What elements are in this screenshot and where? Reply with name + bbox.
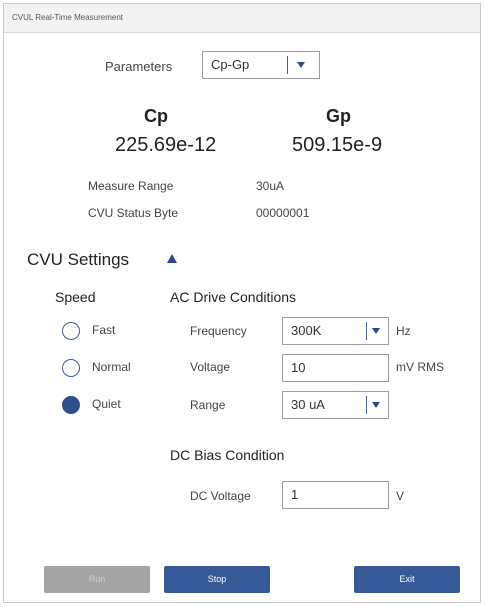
dc-bias-title: DC Bias Condition — [170, 447, 285, 463]
speed-fast-radio[interactable] — [62, 322, 80, 340]
voltage-input[interactable]: 10 — [282, 354, 389, 382]
dc-voltage-label: DC Voltage — [190, 489, 251, 503]
measurement-window: CVUL Real-Time Measurement Parameters Cp… — [3, 3, 481, 603]
measure-range-label: Measure Range — [88, 179, 174, 193]
voltage-unit: mV RMS — [396, 360, 444, 374]
secondary-parameter-name: Gp — [326, 106, 351, 126]
speed-normal-radio[interactable] — [62, 359, 80, 377]
range-dropdown[interactable]: 30 uA — [282, 391, 389, 419]
parameters-selected: Cp-Gp — [211, 57, 250, 72]
measure-range-value: 30uA — [256, 179, 285, 193]
speed-title: Speed — [55, 289, 96, 305]
frequency-label: Frequency — [190, 324, 247, 338]
stop-button[interactable]: Stop — [164, 566, 270, 593]
range-label: Range — [190, 398, 226, 412]
speed-normal-label: Normal — [92, 360, 131, 374]
collapse-up-icon[interactable] — [167, 254, 177, 263]
primary-parameter-value: 225.69e-12 — [115, 134, 217, 156]
voltage-label: Voltage — [190, 360, 231, 374]
frequency-unit: Hz — [396, 324, 411, 338]
frequency-dropdown[interactable]: 300K — [282, 317, 389, 345]
dc-voltage-unit: V — [396, 489, 405, 503]
window-title: CVUL Real-Time Measurement — [4, 4, 480, 33]
speed-quiet-radio[interactable] — [62, 396, 80, 414]
cvu-settings-title: CVU Settings — [27, 250, 130, 269]
run-button[interactable]: Run — [44, 566, 150, 593]
speed-quiet-label: Quiet — [92, 397, 121, 411]
primary-parameter-name: Cp — [144, 106, 168, 126]
range-selected: 30 uA — [291, 397, 325, 412]
ac-drive-title: AC Drive Conditions — [170, 289, 297, 305]
exit-button[interactable]: Exit — [354, 566, 460, 593]
dc-voltage-input[interactable]: 1 — [282, 481, 389, 509]
parameters-dropdown[interactable]: Cp-Gp — [202, 51, 320, 79]
secondary-parameter-value: 509.15e-9 — [292, 134, 383, 156]
chevron-down-icon — [372, 328, 380, 334]
chevron-down-icon — [372, 402, 380, 408]
status-byte-value: 00000001 — [256, 206, 310, 220]
parameters-label: Parameters — [105, 59, 173, 74]
chevron-down-icon — [297, 62, 305, 68]
frequency-selected: 300K — [291, 323, 322, 338]
speed-fast-label: Fast — [92, 323, 116, 337]
status-byte-label: CVU Status Byte — [88, 206, 179, 220]
